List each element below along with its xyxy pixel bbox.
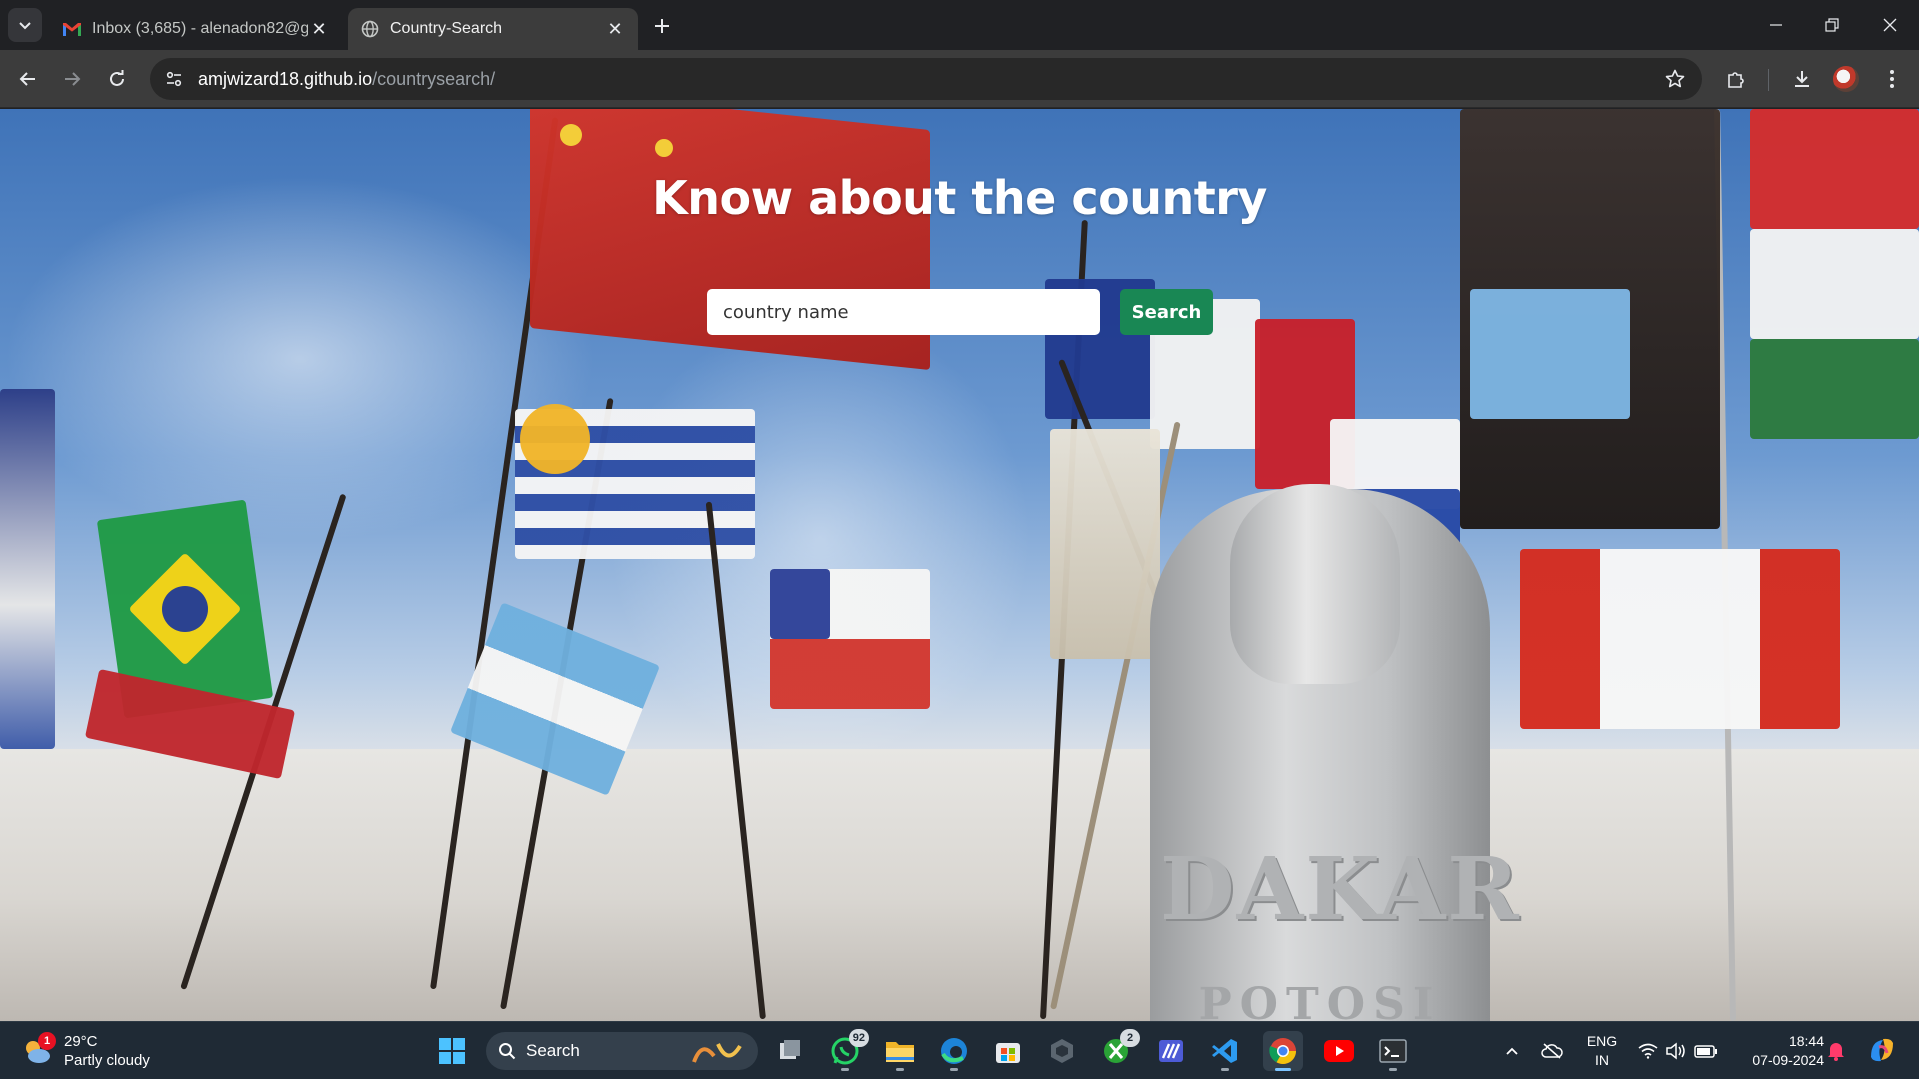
language-line1: ENG: [1586, 1033, 1618, 1049]
restore-icon: [1825, 18, 1839, 32]
clock-date: 07-09-2024: [1752, 1052, 1824, 1068]
terminal-icon: [1379, 1039, 1407, 1063]
language-indicator[interactable]: ENG IN: [1582, 1032, 1622, 1070]
url-path: /countrysearch/: [372, 68, 496, 89]
battery-icon[interactable]: [1694, 1039, 1718, 1063]
taskbar-app-xbox[interactable]: 2: [1096, 1029, 1140, 1071]
browser-menu-button[interactable]: [1876, 63, 1908, 95]
hexagon-app-icon: [1051, 1039, 1073, 1063]
search-form: Search: [707, 289, 1213, 335]
chevron-up-icon[interactable]: [1500, 1039, 1524, 1063]
forward-button[interactable]: [56, 63, 88, 95]
page-viewport: DAKAR POTOSI Know about the country Sear…: [0, 109, 1919, 1021]
taskbar-app-task-view[interactable]: [770, 1031, 810, 1071]
reload-button[interactable]: [101, 63, 133, 95]
close-icon: [1883, 18, 1897, 32]
background-monument-head: [1230, 484, 1400, 684]
taskbar-app-file-explorer[interactable]: [880, 1031, 920, 1071]
taskbar-app-youtube[interactable]: [1319, 1031, 1359, 1071]
downloads-button[interactable]: [1786, 63, 1818, 95]
folder-icon: [886, 1042, 914, 1062]
tab-title: Inbox (3,685) - alenadon82@gmail.com: [92, 20, 308, 37]
new-tab-button[interactable]: [648, 12, 676, 40]
vscode-icon: [1212, 1039, 1237, 1063]
language-line2: IN: [1595, 1052, 1609, 1068]
url-text[interactable]: amjwizard18.github.io/countrysearch/: [198, 69, 495, 90]
background-monument-subtext: POTOSI: [1198, 979, 1442, 1021]
minimize-button[interactable]: [1754, 8, 1798, 42]
close-icon[interactable]: ✕: [308, 18, 330, 40]
arrow-left-icon: [19, 72, 35, 86]
system-clock[interactable]: 18:44 07-09-2024: [1734, 1032, 1824, 1070]
weather-widget[interactable]: 1 29°C Partly cloudy: [20, 1031, 150, 1071]
onedrive-offline-icon[interactable]: [1540, 1039, 1564, 1063]
search-icon: [498, 1042, 516, 1060]
bookmark-star-icon[interactable]: [1662, 66, 1688, 92]
puzzle-icon: [1728, 72, 1744, 88]
whatsapp-badge: 92: [848, 1029, 869, 1047]
store-icon: [996, 1043, 1020, 1063]
address-bar[interactable]: amjwizard18.github.io/countrysearch/: [150, 58, 1702, 100]
weather-badge: 1: [38, 1032, 56, 1050]
background-monument-text: DAKAR: [1160, 839, 1521, 940]
back-button[interactable]: [12, 63, 44, 95]
profile-avatar[interactable]: [1833, 66, 1859, 92]
browser-toolbar: amjwizard18.github.io/countrysearch/: [0, 50, 1919, 108]
task-view-icon: [780, 1040, 800, 1059]
more-vertical-icon: [1890, 70, 1894, 88]
start-button[interactable]: [432, 1031, 472, 1071]
close-window-button[interactable]: [1868, 8, 1912, 42]
tab-title: Country-Search: [390, 20, 503, 37]
volume-icon[interactable]: [1664, 1039, 1688, 1063]
arrow-right-icon: [65, 72, 81, 86]
chevron-down-icon: [19, 22, 31, 30]
search-button[interactable]: Search: [1120, 289, 1213, 335]
page-title: Know about the country: [652, 171, 1267, 225]
clock-time: 18:44: [1788, 1033, 1824, 1049]
toolbar-divider: [1768, 69, 1769, 91]
globe-icon: [360, 19, 380, 39]
site-info-icon[interactable]: [154, 62, 194, 96]
search-highlight-icon: [692, 1043, 742, 1063]
download-icon: [1795, 71, 1809, 87]
taskbar-search-label: Search: [526, 1041, 580, 1060]
taskbar-app-chrome[interactable]: [1263, 1031, 1303, 1071]
taskbar-app-vscode[interactable]: [1205, 1031, 1245, 1071]
taskbar-app-terminal[interactable]: [1373, 1031, 1413, 1071]
wifi-icon[interactable]: [1636, 1039, 1660, 1063]
minimize-icon: [1770, 24, 1782, 26]
url-host: amjwizard18.github.io: [198, 68, 373, 89]
tab-country-search[interactable]: Country-Search ✕: [348, 8, 638, 50]
youtube-icon: [1324, 1040, 1354, 1062]
weather-condition: Partly cloudy: [64, 1052, 150, 1069]
xbox-badge: 2: [1120, 1029, 1140, 1047]
restore-button[interactable]: [1810, 8, 1854, 42]
taskbar-app-dark-hex-app[interactable]: [1042, 1031, 1082, 1071]
taskbar-app-edge[interactable]: [934, 1031, 974, 1071]
weather-temp: 29°C: [64, 1033, 98, 1050]
tab-search-button[interactable]: [8, 8, 42, 42]
taskbar-search[interactable]: Search: [486, 1032, 758, 1070]
edge-icon: [941, 1038, 967, 1064]
reload-icon: [110, 70, 124, 86]
windows-taskbar: 1 29°C Partly cloudy Search 92 2 ENG IN …: [0, 1021, 1919, 1079]
taskbar-app-whatsapp[interactable]: 92: [825, 1029, 869, 1071]
country-search-input[interactable]: [707, 289, 1100, 335]
partly-cloudy-icon: 1: [20, 1032, 56, 1068]
taskbar-app-microsoft-store[interactable]: [988, 1031, 1028, 1071]
tab-strip: Inbox (3,685) - alenadon82@gmail.com ✕ C…: [0, 0, 1919, 50]
math-app-icon: [1159, 1040, 1183, 1062]
extensions-button[interactable]: [1720, 63, 1752, 95]
tab-gmail-inbox[interactable]: Inbox (3,685) - alenadon82@gmail.com ✕: [50, 8, 342, 50]
taskbar-app-math-app[interactable]: [1151, 1031, 1191, 1071]
copilot-icon[interactable]: [1866, 1034, 1898, 1066]
plus-icon: [655, 19, 669, 33]
chrome-icon: [1269, 1038, 1297, 1065]
close-icon[interactable]: ✕: [604, 18, 626, 40]
windows-logo-icon: [439, 1038, 465, 1064]
gmail-icon: [62, 19, 82, 39]
background-salt-flat: [0, 749, 1919, 1021]
notification-bell-icon[interactable]: [1824, 1039, 1848, 1063]
